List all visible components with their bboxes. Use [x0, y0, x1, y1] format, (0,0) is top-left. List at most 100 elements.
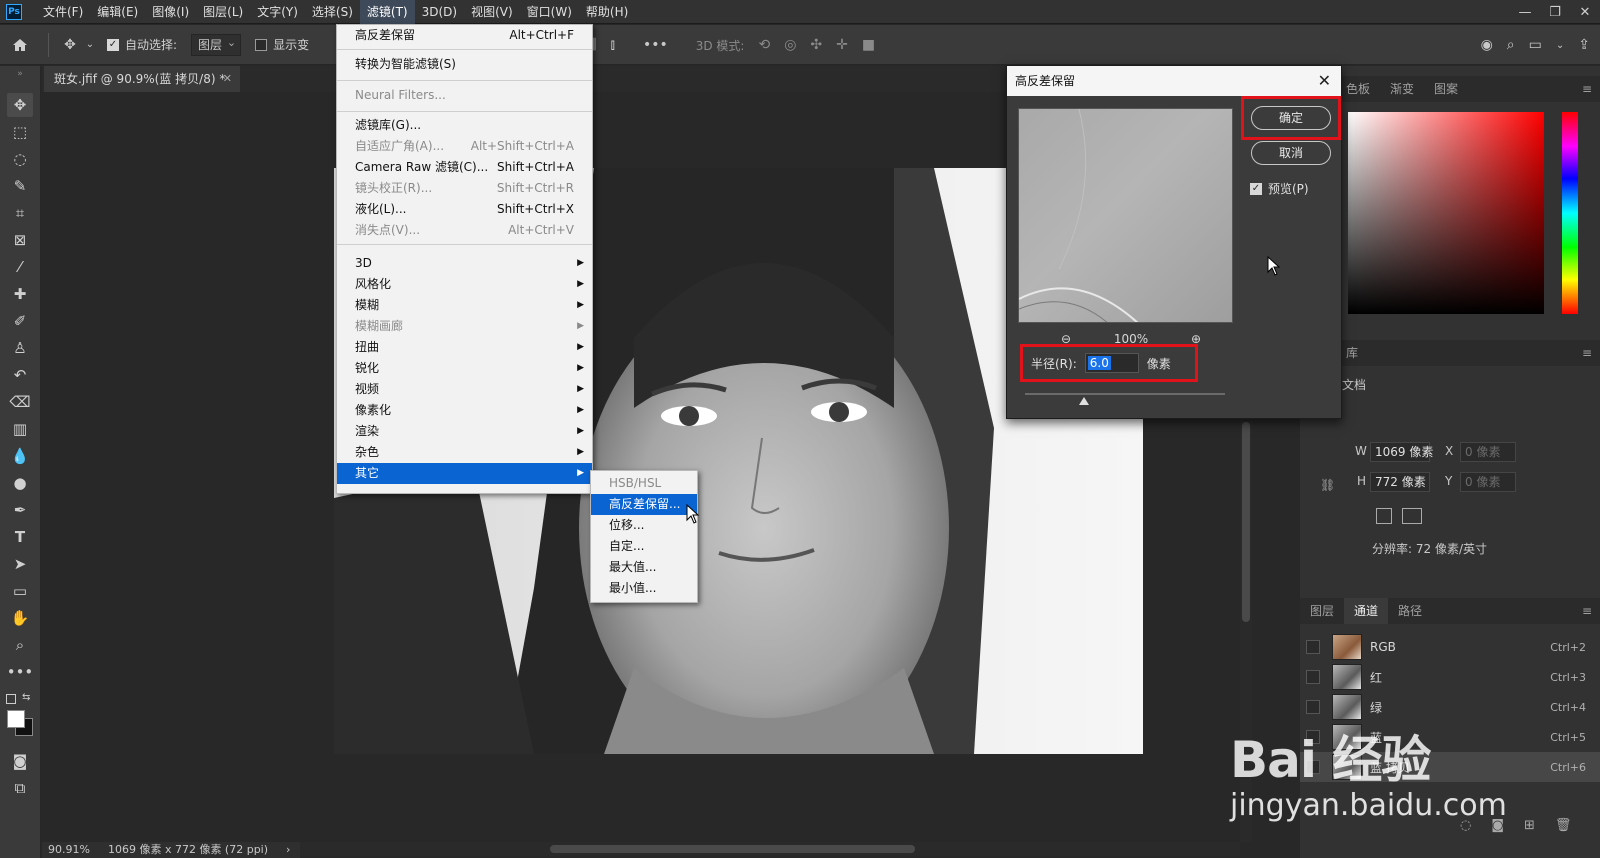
visibility-toggle[interactable]	[1306, 700, 1320, 714]
menu-item-video[interactable]: 视频 ▶	[337, 379, 592, 400]
portrait-orientation-icon[interactable]	[1376, 508, 1392, 524]
menu-item-pixelate[interactable]: 像素化 ▶	[337, 400, 592, 421]
radius-slider[interactable]	[1025, 393, 1225, 395]
swap-colors-icon[interactable]: ⇆	[22, 692, 30, 703]
visibility-toggle[interactable]	[1306, 640, 1320, 654]
chevron-right-icon[interactable]: ›	[286, 842, 290, 858]
menu-item-filter-gallery[interactable]: 滤镜库(G)...	[337, 115, 592, 136]
channel-row[interactable]: 绿 Ctrl+4	[1300, 692, 1600, 722]
color-picker-field[interactable]	[1348, 112, 1544, 314]
y-field[interactable]: 0 像素	[1460, 472, 1516, 492]
workspace-icon[interactable]: ▭	[1529, 37, 1542, 53]
tab-paths[interactable]: 路径	[1388, 598, 1432, 624]
radius-slider-thumb[interactable]	[1079, 397, 1089, 405]
load-selection-icon[interactable]: ◌	[1460, 818, 1471, 833]
landscape-orientation-icon[interactable]	[1402, 508, 1422, 524]
more-tools-icon[interactable]: •••	[7, 660, 34, 684]
horizontal-scrollbar[interactable]	[300, 842, 1240, 856]
share-icon[interactable]: ⇪	[1578, 37, 1590, 53]
menu-item-render[interactable]: 渲染 ▶	[337, 421, 592, 442]
close-window-icon[interactable]: ✕	[1570, 0, 1600, 24]
learn-icon[interactable]: ◉	[1481, 37, 1493, 53]
menu-item-blur[interactable]: 模糊 ▶	[337, 295, 592, 316]
move-tool-icon[interactable]: ✥	[57, 37, 83, 53]
close-icon[interactable]: ✕	[1318, 66, 1331, 96]
menu-item-adaptive-wide-angle[interactable]: 自适应广角(A)... Alt+Shift+Ctrl+A	[337, 136, 592, 157]
menu-item-vanishing-point[interactable]: 消失点(V)... Alt+Ctrl+V	[337, 220, 592, 241]
chevron-down-icon[interactable]: ⌄	[83, 39, 97, 50]
delete-channel-icon[interactable]: 🗑	[1555, 818, 1572, 833]
menu-item-other[interactable]: 其它 ▶	[337, 463, 592, 484]
menu-item-distort[interactable]: 扭曲 ▶	[337, 337, 592, 358]
dodge-tool-icon[interactable]: ●	[7, 471, 33, 495]
menu-3d[interactable]: 3D(D)	[415, 0, 464, 24]
close-icon[interactable]: ✕	[223, 66, 232, 92]
save-selection-icon[interactable]: ◙	[1491, 818, 1504, 833]
channel-row-selected[interactable]: 蓝 拷贝 Ctrl+6	[1300, 752, 1600, 782]
submenu-item-custom[interactable]: 自定...	[591, 536, 697, 557]
auto-select-dropdown[interactable]: 图层	[191, 33, 242, 56]
channel-row[interactable]: 红 Ctrl+3	[1300, 662, 1600, 692]
menu-item-noise[interactable]: 杂色 ▶	[337, 442, 592, 463]
menu-item-lens-correction[interactable]: 镜头校正(R)... Shift+Ctrl+R	[337, 178, 592, 199]
screen-mode-icon[interactable]: ⧉	[7, 776, 33, 800]
move-tool-icon[interactable]: ✥	[7, 93, 33, 117]
healing-brush-tool-icon[interactable]: ✚	[7, 282, 33, 306]
menu-item-liquify[interactable]: 液化(L)... Shift+Ctrl+X	[337, 199, 592, 220]
menu-view[interactable]: 视图(V)	[464, 0, 520, 24]
show-transform-checkbox[interactable]	[255, 38, 268, 51]
zoom-level[interactable]: 90.91%	[48, 842, 90, 858]
dialog-preview-image[interactable]	[1018, 108, 1233, 323]
menu-file[interactable]: 文件(F)	[36, 0, 90, 24]
menu-item-sharpen[interactable]: 锐化 ▶	[337, 358, 592, 379]
menu-edit[interactable]: 编辑(E)	[90, 0, 145, 24]
marquee-tool-icon[interactable]: ⬚	[7, 120, 33, 144]
menu-type[interactable]: 文字(Y)	[250, 0, 305, 24]
menu-layer[interactable]: 图层(L)	[196, 0, 250, 24]
height-field[interactable]: 772 像素	[1370, 472, 1430, 492]
visibility-toggle[interactable]	[1306, 730, 1320, 744]
3d-roll-icon[interactable]: ◎	[784, 37, 796, 53]
menu-item-blur-gallery[interactable]: 模糊画廊 ▶	[337, 316, 592, 337]
visibility-toggle[interactable]	[1306, 670, 1320, 684]
preview-checkbox[interactable]: ✓	[1250, 182, 1262, 195]
submenu-item-maximum[interactable]: 最大值...	[591, 557, 697, 578]
collapse-icon[interactable]: »	[7, 68, 33, 80]
menu-item-camera-raw[interactable]: Camera Raw 滤镜(C)... Shift+Ctrl+A	[337, 157, 592, 178]
align-distribute-icon[interactable]: ⫾	[610, 37, 614, 53]
minimize-icon[interactable]: —	[1510, 0, 1540, 24]
submenu-item-high-pass[interactable]: 高反差保留...	[591, 494, 697, 515]
more-options-icon[interactable]: •••	[643, 37, 668, 53]
path-select-tool-icon[interactable]: ➤	[7, 552, 33, 576]
brush-tool-icon[interactable]: ✐	[7, 309, 33, 333]
ok-button[interactable]: 确定	[1251, 106, 1331, 130]
3d-slide-icon[interactable]: ✛	[836, 37, 848, 53]
channel-row[interactable]: RGB Ctrl+2	[1300, 632, 1600, 662]
submenu-item-hsb-hsl[interactable]: HSB/HSL	[591, 473, 697, 494]
rectangle-tool-icon[interactable]: ▭	[7, 579, 33, 603]
pen-tool-icon[interactable]: ✒	[7, 498, 33, 522]
menu-select[interactable]: 选择(S)	[305, 0, 360, 24]
3d-orbit-icon[interactable]: ⟲	[758, 37, 770, 53]
history-brush-tool-icon[interactable]: ↶	[7, 363, 33, 387]
menu-item-neural-filters[interactable]: Neural Filters...	[337, 85, 592, 106]
tab-patterns[interactable]: 图案	[1424, 76, 1468, 102]
hand-tool-icon[interactable]: ✋	[7, 606, 33, 630]
menu-filter[interactable]: 滤镜(T)	[359, 0, 415, 24]
tab-channels[interactable]: 通道	[1344, 598, 1389, 624]
visibility-toggle[interactable]	[1306, 760, 1320, 774]
menu-help[interactable]: 帮助(H)	[579, 0, 635, 24]
link-icon[interactable]: ⛓	[1320, 478, 1335, 492]
document-tab[interactable]: 斑女.jfif @ 90.9%(蓝 拷贝/8) * ✕	[44, 66, 240, 92]
eyedropper-tool-icon[interactable]: ⁄	[7, 255, 33, 279]
menu-item-3d[interactable]: 3D ▶	[337, 253, 592, 274]
frame-tool-icon[interactable]: ⊠	[7, 228, 33, 252]
menu-image[interactable]: 图像(I)	[145, 0, 196, 24]
3d-camera-icon[interactable]: ■	[862, 37, 875, 53]
hue-slider[interactable]	[1562, 112, 1578, 314]
menu-window[interactable]: 窗口(W)	[520, 0, 579, 24]
x-field[interactable]: 0 像素	[1460, 442, 1516, 462]
channel-row[interactable]: 蓝 Ctrl+5	[1300, 722, 1600, 752]
home-icon[interactable]	[0, 36, 40, 54]
panel-menu-icon[interactable]: ≡	[1582, 76, 1592, 102]
